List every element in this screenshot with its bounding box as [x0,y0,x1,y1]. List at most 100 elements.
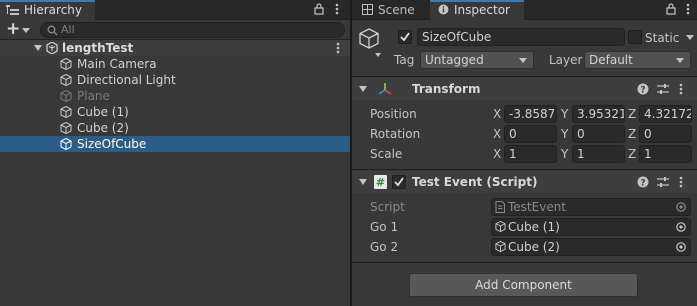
rotation-y-label[interactable]: Y [561,126,568,142]
gameobject-cube-icon [495,241,506,252]
tab-inspector[interactable]: Inspector [430,0,524,20]
layer-dropdown[interactable]: Default [584,51,691,69]
script-component-title: Test Event (Script) [412,175,538,189]
tag-label: Tag [394,53,415,67]
hierarchy-tabbar: Hierarchy [0,0,350,20]
list-item-label: Directional Light [77,73,176,87]
list-item-label: Cube (1) [77,105,129,119]
separator [352,169,697,170]
gameobject-large-icon[interactable] [359,28,381,58]
search-input[interactable]: All [40,22,345,38]
rotation-y-field[interactable]: 0 [572,125,625,143]
gameobject-cube-icon [60,122,72,134]
svg-text:?: ? [640,179,645,189]
help-icon[interactable]: ? [637,176,649,188]
search-placeholder: All [61,23,75,36]
go2-value: Cube (2) [508,240,560,254]
chevron-down-icon [676,58,684,63]
static-label: Static [645,31,680,45]
position-x-label[interactable]: X [493,106,501,122]
rotation-label[interactable]: Rotation [370,126,420,142]
inspector-tabbar: Scene Inspector [352,0,697,20]
object-name-field[interactable]: SizeOfCube [417,28,625,46]
hierarchy-item-sizeofcube[interactable]: SizeOfCube [0,136,350,152]
position-z-field[interactable]: 4.32172 [639,105,692,123]
panel-menu-icon[interactable] [686,3,690,15]
object-picker-icon[interactable] [676,222,686,232]
rotation-z-label[interactable]: Z [628,126,636,142]
preset-sliders-icon[interactable] [657,176,669,188]
position-z-label[interactable]: Z [628,106,636,122]
position-y-label[interactable]: Y [561,106,568,122]
lock-icon[interactable] [666,3,676,15]
list-item-label: Main Camera [77,57,157,71]
scene-menu-icon[interactable] [336,42,340,54]
lock-icon[interactable] [314,3,324,15]
panel-menu-icon[interactable] [335,3,339,15]
object-picker-icon[interactable] [676,242,686,252]
search-icon [47,25,58,36]
component-menu-icon[interactable] [679,83,683,95]
rotation-z-field[interactable]: 0 [639,125,692,143]
add-dropdown-button[interactable]: + [4,19,34,39]
static-checkbox[interactable] [628,30,642,44]
tag-value: Untagged [425,53,484,67]
scene-grid-icon [362,4,373,15]
hierarchy-item-cube-1[interactable]: Cube (1) [0,104,350,120]
inspector-panel: Scene Inspector SizeOfCube Static Tag Un… [352,0,697,306]
hierarchy-scene-root[interactable]: lengthTest [0,40,350,56]
script-hash-icon: # [374,175,387,189]
list-item-label: Plane [77,89,110,103]
scale-z-label[interactable]: Z [628,146,636,162]
scale-y-label[interactable]: Y [561,146,568,162]
foldout-arrow-icon[interactable] [359,179,367,185]
chevron-down-icon [519,58,527,63]
hierarchy-item-plane[interactable]: Plane [0,88,350,104]
scale-label[interactable]: Scale [370,146,402,162]
gameobject-cube-icon [60,106,72,118]
tab-hierarchy[interactable]: Hierarchy [0,0,95,20]
hierarchy-item-cube-2[interactable]: Cube (2) [0,120,350,136]
position-x-field[interactable]: -3.8587 [504,105,557,123]
go2-label[interactable]: Go 2 [370,239,398,255]
go1-object-field[interactable]: Cube (1) [491,218,691,236]
hierarchy-item-directional-light[interactable]: Directional Light [0,72,350,88]
layer-value: Default [589,53,633,67]
chevron-down-icon [22,28,30,33]
gameobject-cube-icon [60,74,72,86]
tab-hierarchy-label: Hierarchy [24,3,83,17]
checkmark-icon [394,177,404,187]
gameobject-cube-icon [495,221,506,232]
position-label[interactable]: Position [370,106,417,122]
scale-x-label[interactable]: X [493,146,501,162]
preset-sliders-icon[interactable] [657,83,669,95]
scale-z-field[interactable]: 1 [639,145,692,163]
script-file-icon [495,201,505,213]
list-item-label: SizeOfCube [77,137,147,151]
tab-inspector-label: Inspector [454,3,510,17]
list-item-label: Cube (2) [77,121,129,135]
go2-object-field[interactable]: Cube (2) [491,238,691,256]
scale-x-field[interactable]: 1 [504,145,557,163]
hierarchy-item-main-camera[interactable]: Main Camera [0,56,350,72]
position-y-field[interactable]: 3.95321 [572,105,625,123]
hierarchy-list-icon [6,5,19,16]
static-dropdown-icon[interactable] [686,35,694,40]
transform-header[interactable]: Transform ? [352,78,697,100]
rotation-x-label[interactable]: X [493,126,501,142]
add-component-button[interactable]: Add Component [409,273,638,297]
separator [352,76,697,77]
component-menu-icon[interactable] [679,176,683,188]
expand-arrow-icon[interactable] [34,45,42,51]
separator [352,262,697,263]
tab-scene[interactable]: Scene [356,0,428,20]
go1-label[interactable]: Go 1 [370,219,398,235]
foldout-arrow-icon[interactable] [359,86,367,92]
scale-y-field[interactable]: 1 [572,145,625,163]
component-enabled-checkbox[interactable] [392,175,406,189]
active-checkbox[interactable] [398,30,412,44]
script-component-header[interactable]: # Test Event (Script) ? [352,171,697,193]
tag-dropdown[interactable]: Untagged [420,51,534,69]
rotation-x-field[interactable]: 0 [504,125,557,143]
help-icon[interactable]: ? [637,83,649,95]
